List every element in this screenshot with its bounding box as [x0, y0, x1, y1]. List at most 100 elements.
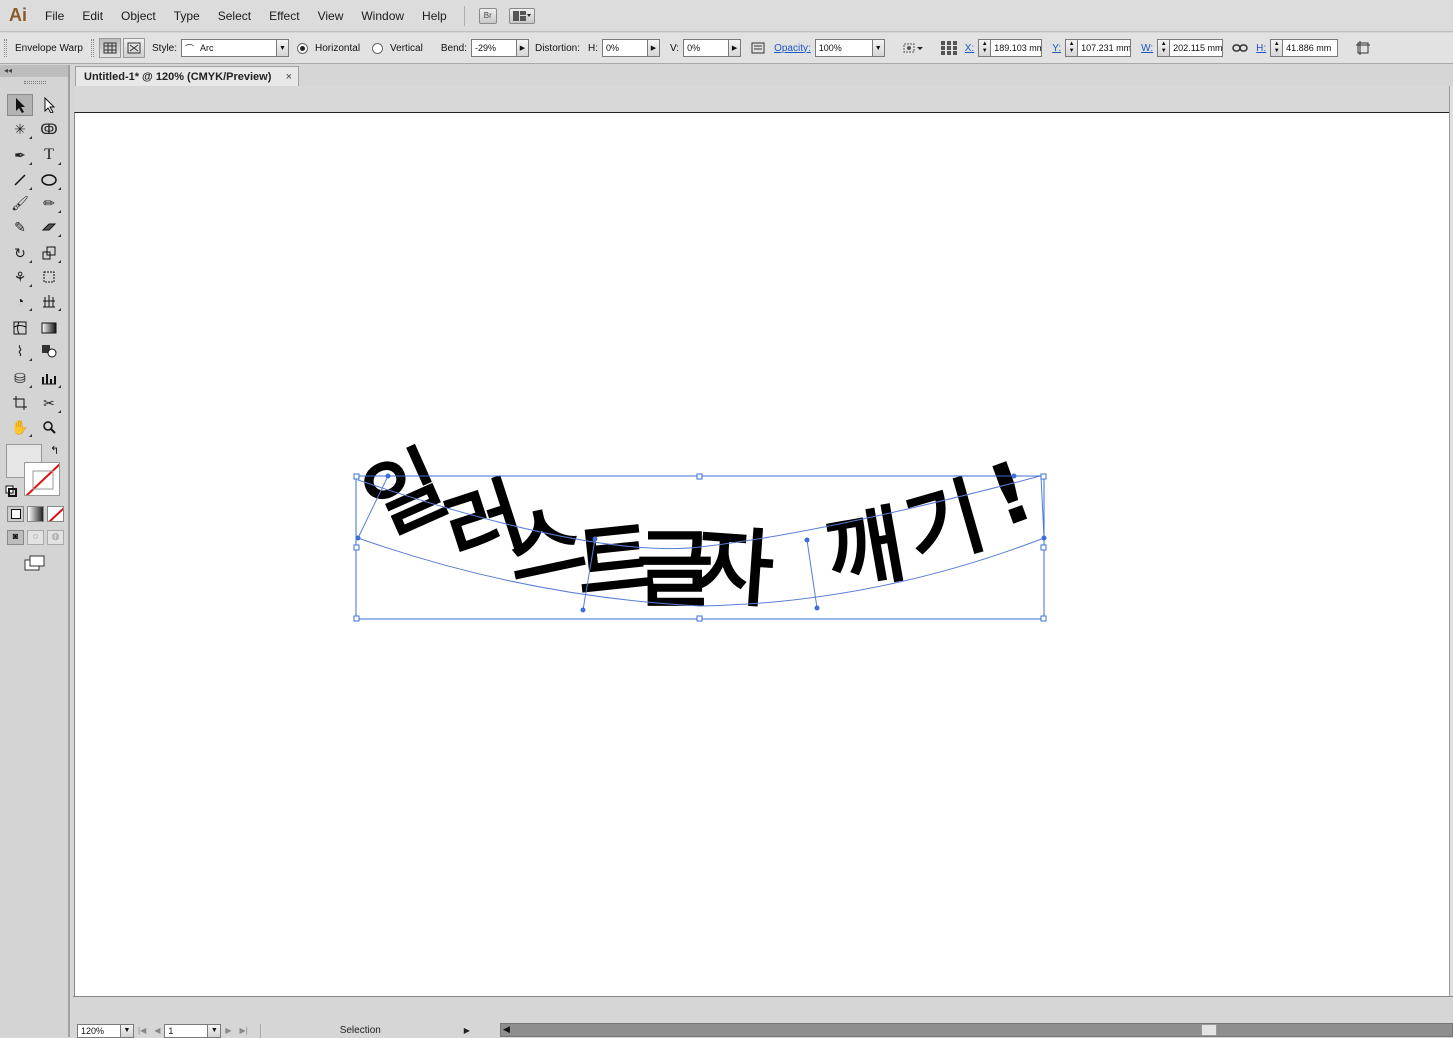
menu-object[interactable]: Object: [112, 9, 165, 23]
type-tool[interactable]: T: [36, 144, 62, 166]
chevron-down-icon[interactable]: ▼: [277, 39, 290, 57]
close-icon[interactable]: ×: [286, 71, 292, 83]
gradient-tool[interactable]: [36, 317, 62, 339]
y-link[interactable]: Y:: [1052, 43, 1061, 54]
x-link[interactable]: X:: [965, 43, 974, 54]
status-current-tool[interactable]: Selection: [259, 1023, 460, 1038]
envelope-options-icon[interactable]: [747, 38, 769, 58]
menu-help[interactable]: Help: [413, 9, 456, 23]
distortion-v-arrow-icon[interactable]: ▶: [729, 39, 742, 57]
slice-tool[interactable]: ✂: [36, 392, 62, 414]
rotate-tool[interactable]: ↻: [7, 242, 33, 264]
column-graph-tool[interactable]: [36, 367, 62, 389]
distortion-h-input[interactable]: 0%: [602, 39, 648, 57]
eyedropper-tool[interactable]: ⌇: [7, 340, 33, 362]
screen-mode-icon[interactable]: [24, 555, 46, 574]
zoom-field[interactable]: 120%: [77, 1023, 121, 1038]
vertical-scrollbar[interactable]: [1449, 86, 1453, 996]
envelope-artwork[interactable]: 일러스트글자 깨기!: [75, 113, 1451, 997]
canvas-area[interactable]: 일 러 스 트 글 자 깨 기!: [73, 86, 1450, 996]
menu-window[interactable]: Window: [352, 9, 413, 23]
distortion-v-input[interactable]: 0%: [683, 39, 730, 57]
swap-fill-stroke-icon[interactable]: ↰: [50, 444, 59, 457]
panel-grip[interactable]: [4, 39, 7, 57]
default-fill-stroke-icon[interactable]: [5, 485, 17, 497]
w-link[interactable]: W:: [1141, 43, 1153, 54]
blob-brush-tool[interactable]: ✎: [7, 216, 33, 238]
ellipse-tool[interactable]: [36, 169, 62, 191]
artboard-tool[interactable]: [7, 392, 33, 414]
paintbrush-tool[interactable]: 🖌: [7, 192, 33, 214]
shape-builder-tool[interactable]: ◔: [7, 290, 33, 312]
none-mode-icon[interactable]: [47, 506, 64, 522]
opacity-input[interactable]: 100%: [814, 39, 873, 57]
h-link[interactable]: H:: [1256, 43, 1266, 54]
chevron-down-icon[interactable]: ▼: [121, 1023, 134, 1038]
h-spinner[interactable]: ▲ ▼: [1270, 39, 1283, 57]
y-input[interactable]: 107.231 mm: [1077, 39, 1132, 57]
lasso-tool[interactable]: ↂ: [36, 118, 62, 140]
previous-artboard-icon[interactable]: ◀: [154, 1026, 160, 1035]
transform-options-icon[interactable]: [1352, 38, 1374, 58]
draw-behind-icon[interactable]: ◌: [27, 530, 44, 545]
chevron-down-icon[interactable]: ▼: [872, 39, 885, 57]
x-spinner[interactable]: ▲ ▼: [978, 39, 991, 57]
menu-select[interactable]: Select: [209, 9, 260, 23]
reference-point-icon[interactable]: [938, 38, 960, 58]
color-mode-icon[interactable]: [7, 506, 24, 522]
menu-effect[interactable]: Effect: [260, 9, 308, 23]
warp-tool[interactable]: ⚘: [7, 266, 33, 288]
horizontal-scrollbar[interactable]: ◀: [500, 1023, 1453, 1037]
symbol-sprayer-tool[interactable]: ⛁: [7, 367, 33, 389]
pen-tool[interactable]: ✒: [7, 144, 33, 166]
eraser-tool[interactable]: [36, 216, 62, 238]
w-spinner[interactable]: ▲ ▼: [1157, 39, 1170, 57]
bend-input[interactable]: -29%: [470, 39, 517, 57]
edit-contents-icon[interactable]: [123, 38, 145, 58]
next-artboard-icon[interactable]: ▶: [225, 1026, 231, 1035]
menu-type[interactable]: Type: [165, 9, 209, 23]
x-input[interactable]: 189.103 mm: [990, 39, 1043, 57]
scale-tool[interactable]: [36, 242, 62, 264]
draw-normal-icon[interactable]: ◙: [7, 530, 24, 545]
draw-inside-icon[interactable]: ◍: [47, 530, 64, 545]
arrange-documents-icon[interactable]: [508, 7, 535, 24]
free-transform-tool[interactable]: [36, 266, 62, 288]
menu-view[interactable]: View: [309, 9, 353, 23]
gradient-mode-icon[interactable]: [27, 506, 44, 522]
link-icon[interactable]: [1229, 38, 1251, 58]
bend-slider-arrow-icon[interactable]: ▶: [516, 39, 529, 57]
magic-wand-tool[interactable]: ✳: [7, 118, 33, 140]
selection-tool[interactable]: [7, 94, 34, 116]
stroke-swatch[interactable]: [24, 462, 60, 496]
artboard-number-field[interactable]: 1: [164, 1023, 209, 1038]
h-input[interactable]: 41.886 mm: [1282, 39, 1339, 57]
opacity-link[interactable]: Opacity:: [774, 43, 811, 54]
mesh-tool[interactable]: [7, 317, 33, 339]
vertical-radio[interactable]: [372, 42, 384, 54]
line-segment-tool[interactable]: [7, 169, 33, 191]
panel-grip[interactable]: [24, 81, 46, 84]
edit-envelope-icon[interactable]: [99, 38, 121, 58]
distortion-h-arrow-icon[interactable]: ▶: [648, 39, 660, 57]
document-tab[interactable]: Untitled-1* @ 120% (CMYK/Preview) ×: [75, 66, 299, 86]
first-artboard-icon[interactable]: |◀: [138, 1026, 146, 1035]
horizontal-radio[interactable]: [297, 42, 309, 54]
collapse-panel-icon[interactable]: ◂◂: [0, 65, 68, 77]
artboard[interactable]: 일 러 스 트 글 자 깨 기!: [74, 112, 1450, 996]
perspective-grid-tool[interactable]: [36, 290, 62, 312]
menu-file[interactable]: File: [36, 9, 73, 23]
w-input[interactable]: 202.115 mm: [1169, 39, 1224, 57]
hand-tool[interactable]: ✋: [7, 416, 33, 438]
chevron-down-icon[interactable]: ▼: [208, 1023, 222, 1038]
scroll-left-icon[interactable]: ◀: [503, 1024, 510, 1035]
y-spinner[interactable]: ▲ ▼: [1065, 39, 1078, 57]
horizontal-scroll-thumb[interactable]: [1201, 1024, 1217, 1036]
recolor-artwork-icon[interactable]: [899, 38, 929, 58]
status-menu-arrow-icon[interactable]: ▶: [464, 1026, 470, 1035]
pencil-tool[interactable]: ✏: [36, 192, 62, 214]
blend-tool[interactable]: [36, 340, 62, 362]
warp-style-select[interactable]: ⌒ Arc: [181, 39, 278, 57]
direct-selection-tool[interactable]: [36, 94, 62, 116]
bridge-button[interactable]: Br: [478, 7, 497, 24]
